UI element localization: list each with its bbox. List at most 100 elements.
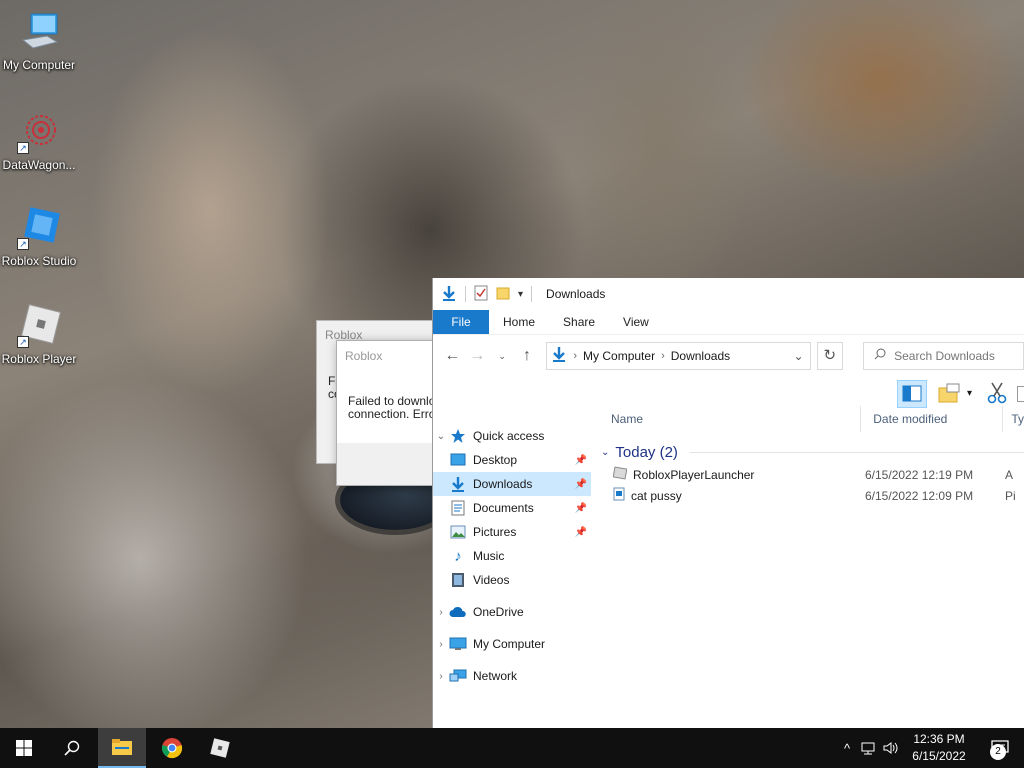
desktop-icon-roblox-studio[interactable]: ↗ Roblox Studio [1,206,77,268]
search-input[interactable]: Search Downloads [863,341,1024,370]
datawagon-icon: ↗ [17,110,61,154]
network-icon [449,668,467,684]
shortcut-arrow-icon: ↗ [17,238,29,250]
nav-label: Pictures [473,525,517,539]
desktop-icon-label: Roblox Studio [1,254,77,268]
nav-my-computer[interactable]: › My Computer [433,632,591,656]
nav-label: Desktop [473,453,518,467]
tab-home[interactable]: Home [489,310,549,334]
back-button[interactable]: ← [443,346,462,366]
file-row[interactable]: cat pussy 6/15/2022 12:09 PM Pi [599,485,1024,506]
pin-icon: 📌 [574,502,587,514]
start-button[interactable] [0,728,48,768]
computer-icon [449,636,467,652]
chevron-right-icon[interactable]: › [433,607,449,618]
chevron-right-icon[interactable]: › [433,639,449,650]
column-header-type[interactable]: Ty [1003,406,1024,432]
pin-icon: 📌 [574,478,587,490]
dialog-message-line-2: connection. Erro [348,407,436,421]
new-folder-icon[interactable] [496,286,510,303]
customize-quick-access-icon[interactable]: ▾ [518,289,523,300]
network-status-icon[interactable] [856,741,880,755]
nav-label: Documents [473,501,534,515]
search-button[interactable] [48,728,96,768]
ribbon-tabs: File Home Share View [433,310,1024,334]
recent-locations-button[interactable]: ⌄ [493,346,512,366]
pin-icon: 📌 [574,526,587,538]
shortcut-arrow-icon: ↗ [17,336,29,348]
breadcrumb-separator: › [661,349,665,362]
chevron-down-icon[interactable]: ⌄ [601,447,609,458]
separator [531,286,533,302]
properties-icon[interactable] [474,285,488,304]
shortcut-arrow-icon: ↗ [17,142,29,154]
refresh-button[interactable]: ↻ [816,341,844,370]
copy-icon[interactable] [1017,386,1024,402]
file-row[interactable]: RobloxPlayerLauncher 6/15/2022 12:19 PM … [599,464,1024,485]
desktop-folder-icon [449,452,467,468]
nav-onedrive[interactable]: › OneDrive [433,600,591,624]
documents-folder-icon [449,500,467,516]
preview-pane-button[interactable] [897,380,927,408]
breadcrumb-my-computer[interactable]: My Computer [583,349,655,363]
cut-icon[interactable] [985,380,1015,408]
taskbar-roblox[interactable] [196,728,244,768]
search-icon [874,348,886,363]
desktop-icon-label: DataWagon... [2,158,76,172]
folder-icon [112,739,132,755]
chevron-down-icon[interactable]: ⌄ [433,431,449,442]
nav-quick-access[interactable]: ⌄ Quick access [433,424,591,448]
chrome-icon [161,738,183,759]
file-type: A [1005,467,1014,482]
videos-folder-icon [449,572,467,588]
desktop-icon-my-computer[interactable]: My Computer [1,10,77,72]
nav-item-music[interactable]: ♪ Music [433,544,591,568]
roblox-error-dialog[interactable]: Roblox Failed to downlo connection. Erro [336,340,446,486]
file-explorer-window[interactable]: ▾ Downloads File Home Share View ← → ⌄ ↑… [432,278,1024,728]
nav-label: Music [473,549,505,563]
title-bar: ▾ Downloads [433,278,1024,310]
nav-item-documents[interactable]: Documents 📌 [433,496,591,520]
pin-icon: 📌 [574,454,587,466]
application-icon [612,466,628,483]
group-header-today[interactable]: ⌄ Today (2) [599,440,1024,464]
address-bar[interactable]: › My Computer › Downloads ⌄ [546,341,811,370]
tab-file[interactable]: File [433,310,489,334]
volume-icon[interactable] [880,741,902,755]
breadcrumb-downloads[interactable]: Downloads [671,349,730,363]
up-button[interactable]: ↑ [518,346,537,366]
desktop-icon-datawagon[interactable]: ↗ DataWagon... [1,110,77,172]
file-date: 6/15/2022 12:19 PM [865,467,974,482]
nav-label: Quick access [473,429,545,443]
tab-view[interactable]: View [609,310,663,334]
group-label: Today (2) [615,443,678,461]
search-icon [64,740,80,756]
window-title: Downloads [546,287,606,301]
nav-label: Videos [473,573,510,587]
search-placeholder: Search Downloads [894,348,995,363]
nav-item-videos[interactable]: Videos [433,568,591,592]
new-folder-dropdown[interactable]: ▾ [967,380,979,408]
desktop-icon-roblox-player[interactable]: ↗ Roblox Player [1,303,77,366]
show-hidden-icons-button[interactable]: ^ [838,741,856,756]
roblox-icon [210,738,230,758]
nav-item-desktop[interactable]: Desktop 📌 [433,448,591,472]
breadcrumb-separator: › [573,349,578,362]
divider [689,451,1024,453]
taskbar-chrome[interactable] [148,728,196,768]
nav-item-downloads[interactable]: Downloads 📌 [433,472,591,496]
taskbar-clock[interactable]: 12:36 PM 6/15/2022 [906,731,972,765]
dialog-message: Failed to downlo connection. Erro [337,371,445,421]
column-header-date[interactable]: Date modified [861,406,1004,432]
downloads-arrow-icon [441,285,457,304]
chevron-down-icon[interactable]: ⌄ [794,349,810,363]
chevron-right-icon[interactable]: › [433,671,449,682]
forward-button[interactable]: → [468,346,487,366]
taskbar-file-explorer[interactable] [98,728,146,768]
nav-network[interactable]: › Network [433,664,591,688]
nav-label: OneDrive [473,605,524,619]
column-header-name[interactable]: Name [599,406,862,432]
tab-share[interactable]: Share [549,310,609,334]
new-folder-button[interactable] [935,380,978,408]
nav-item-pictures[interactable]: Pictures 📌 [433,520,591,544]
